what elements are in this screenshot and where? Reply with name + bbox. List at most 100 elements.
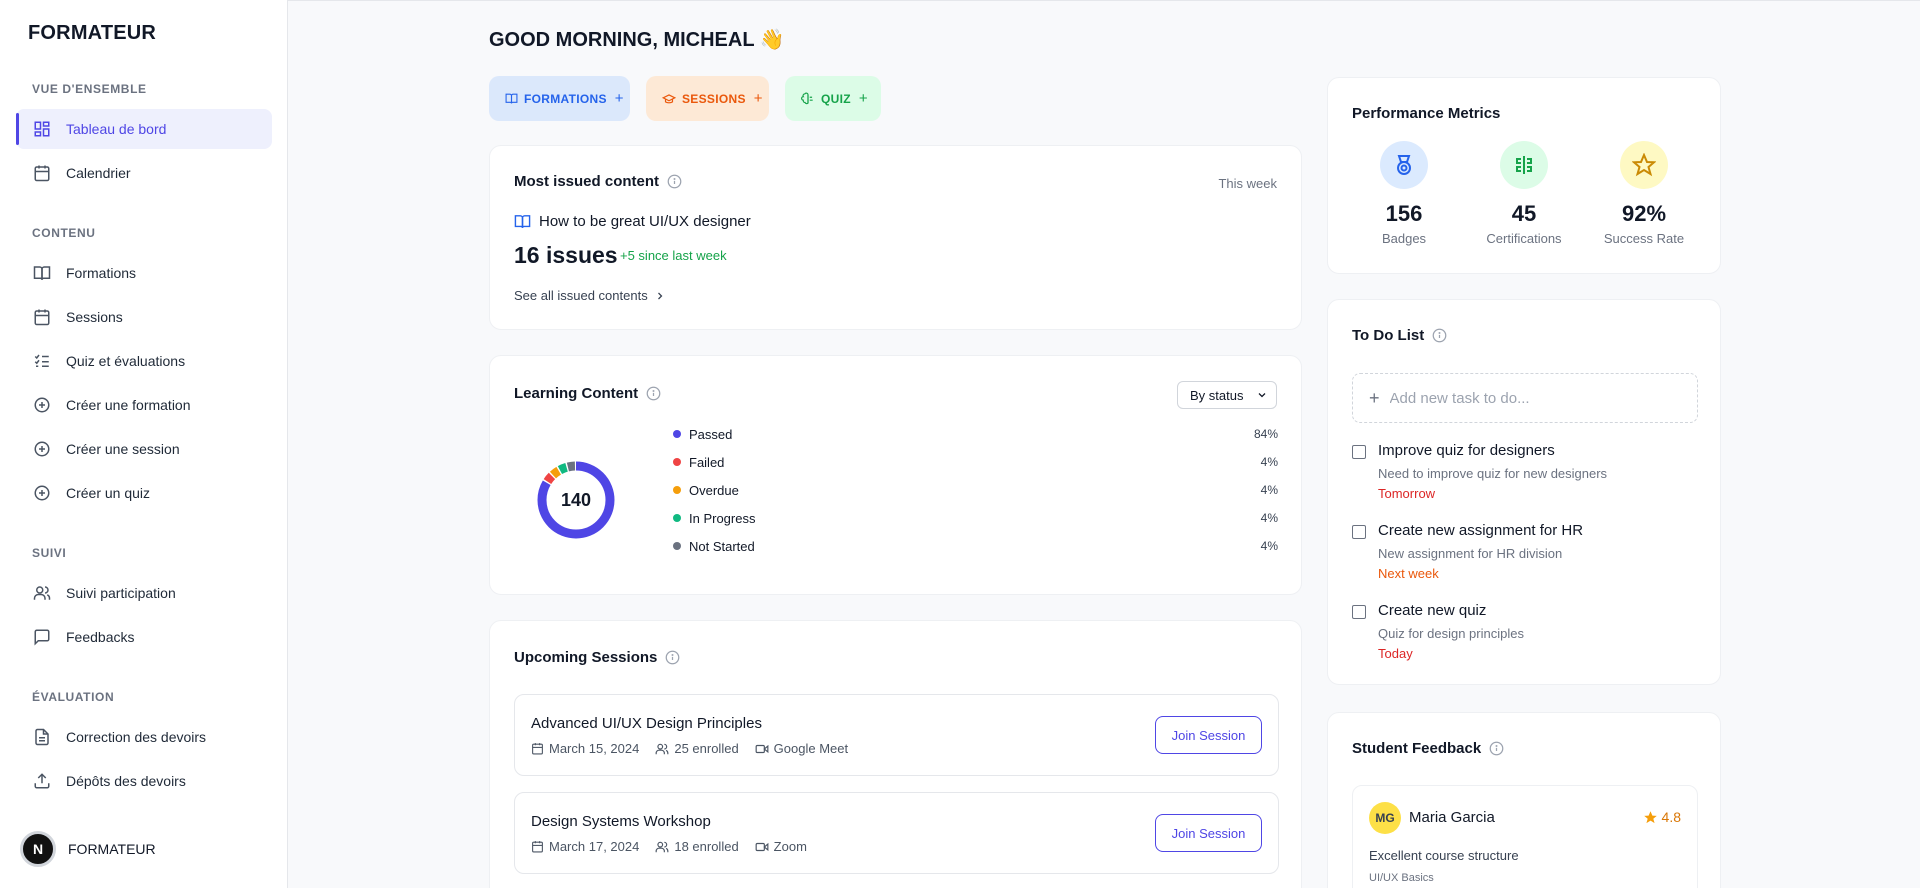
sidebar-item-calendar[interactable]: Calendrier [16, 153, 272, 193]
feedback-author: Maria Garcia [1409, 809, 1495, 826]
legend-dot [673, 458, 681, 466]
upcoming-sessions-title: Upcoming Sessions [514, 649, 680, 666]
feedback-course: UI/UX Basics [1369, 872, 1434, 884]
chevron-down-icon [1256, 389, 1268, 401]
calendar-icon [531, 742, 544, 755]
plus-circle-icon [32, 483, 52, 503]
info-icon[interactable] [1489, 741, 1504, 756]
task-title: Create new quiz [1378, 602, 1487, 619]
sidebar-item-quizzes[interactable]: Quiz et évaluations [16, 341, 272, 381]
join-session-button[interactable]: Join Session [1155, 716, 1262, 754]
legend-percent: 4% [1260, 539, 1278, 553]
see-all-issued-label: See all issued contents [514, 288, 648, 303]
metric-value: 156 [1385, 201, 1423, 226]
legend-label: Failed [689, 454, 725, 470]
sidebar-item-dashboard[interactable]: Tableau de bord [16, 109, 272, 149]
info-icon[interactable] [665, 650, 680, 665]
metric-badges: 156 Badges [1344, 141, 1464, 246]
learning-content-title: Learning Content [514, 385, 661, 402]
new-task-field[interactable]: + [1352, 373, 1698, 423]
see-all-issued-link[interactable]: See all issued contents [514, 288, 666, 303]
legend-dot [673, 486, 681, 494]
legend-percent: 4% [1260, 511, 1278, 525]
sidebar-item-create-session[interactable]: Créer une session [16, 429, 272, 469]
sidebar-item-homework-submissions[interactable]: Dépôts des devoirs [16, 761, 272, 801]
user-profile[interactable]: N FORMATEUR [20, 831, 156, 867]
legend-dot [673, 430, 681, 438]
info-icon[interactable] [1432, 328, 1447, 343]
quiz-quick-label: QUIZ [821, 91, 851, 106]
quiz-quick-button[interactable]: QUIZ + [785, 76, 881, 121]
info-icon[interactable] [646, 386, 661, 401]
sidebar-item-feedbacks[interactable]: Feedbacks [16, 617, 272, 657]
legend-item: Not Started 4% [673, 536, 1278, 556]
avatar: N [20, 831, 56, 867]
certificate-icon [1500, 141, 1548, 189]
sessions-quick-label: SESSIONS [682, 91, 746, 106]
book-icon [505, 92, 518, 105]
status-filter-select[interactable]: By status [1177, 381, 1277, 409]
legend-label: Not Started [689, 538, 755, 554]
sidebar-item-label: Formations [66, 265, 137, 281]
performance-metrics-card: Performance Metrics 156 Badges 45 Certif… [1327, 77, 1721, 274]
new-task-input[interactable] [1389, 389, 1680, 407]
calendar-icon [531, 840, 544, 853]
video-icon [755, 840, 769, 854]
plus-icon: + [614, 90, 624, 107]
metric-label: Success Rate [1603, 231, 1685, 246]
upload-icon [32, 771, 52, 791]
task-checkbox[interactable] [1352, 445, 1366, 459]
metric-success-rate: 92% Success Rate [1584, 141, 1704, 246]
sidebar-item-sessions[interactable]: Sessions [16, 297, 272, 337]
legend-percent: 84% [1253, 427, 1278, 441]
legend-dot [673, 542, 681, 550]
plus-icon: + [753, 90, 763, 107]
sidebar-item-formations[interactable]: Formations [16, 253, 272, 293]
learning-content-card: Learning Content By status 140 Passed 84%… [489, 355, 1302, 595]
book-icon [32, 263, 52, 283]
session-item: Advanced UI/UX Design Principles March 15… [514, 694, 1279, 776]
plus-circle-icon [32, 395, 52, 415]
sidebar-item-label: Suivi participation [66, 585, 176, 601]
sidebar-item-homework-correction[interactable]: Correction des devoirs [16, 717, 272, 757]
chevron-right-icon [654, 290, 666, 302]
sidebar-item-label: Créer un quiz [66, 485, 151, 501]
metric-label: Certifications [1486, 231, 1562, 246]
brand-logo: FORMATEUR [28, 22, 157, 44]
sidebar-item-label: Sessions [66, 309, 123, 325]
session-meta: March 17, 2024 18 enrolled Zoom [531, 839, 823, 854]
metric-certifications: 45 Certifications [1464, 141, 1584, 246]
task-title: Create new assignment for HR [1378, 522, 1584, 539]
feedback-text: Excellent course structure [1369, 848, 1519, 863]
sidebar-item-participation[interactable]: Suivi participation [16, 573, 272, 613]
legend-item: Passed 84% [673, 424, 1278, 444]
section-label-evaluation: ÉVALUATION [32, 690, 115, 704]
task-checkbox[interactable] [1352, 605, 1366, 619]
feedback-rating: 4.8 [1643, 809, 1681, 825]
student-feedback-card: Student Feedback MG Maria Garcia 4.8 Exc… [1327, 712, 1721, 888]
star-icon [1643, 810, 1658, 825]
task-description: Need to improve quiz for new designers [1378, 466, 1608, 481]
upcoming-sessions-title-text: Upcoming Sessions [514, 649, 658, 666]
sidebar-item-create-formation[interactable]: Créer une formation [16, 385, 272, 425]
message-square-icon [32, 627, 52, 647]
task-checkbox[interactable] [1352, 525, 1366, 539]
learning-content-title-text: Learning Content [514, 385, 639, 402]
issues-count: 16 issues [514, 242, 618, 268]
calendar-icon [32, 163, 52, 183]
star-icon [1620, 141, 1668, 189]
sidebar-item-label: Dépôts des devoirs [66, 773, 186, 789]
formations-quick-button[interactable]: FORMATIONS + [489, 76, 630, 121]
sessions-quick-button[interactable]: SESSIONS + [646, 76, 769, 121]
join-session-button[interactable]: Join Session [1155, 814, 1262, 852]
sidebar: FORMATEUR VUE D'ENSEMBLE Tableau de bord… [0, 0, 288, 888]
todo-list-title: To Do List [1352, 327, 1447, 344]
session-platform: Zoom [773, 839, 807, 854]
session-meta: March 15, 2024 25 enrolled Google Meet [531, 741, 864, 756]
info-icon[interactable] [667, 174, 682, 189]
users-icon [655, 742, 669, 756]
brain-icon [801, 92, 815, 106]
book-icon [514, 213, 531, 230]
session-enrolled: 18 enrolled [674, 839, 739, 854]
sidebar-item-create-quiz[interactable]: Créer un quiz [16, 473, 272, 513]
